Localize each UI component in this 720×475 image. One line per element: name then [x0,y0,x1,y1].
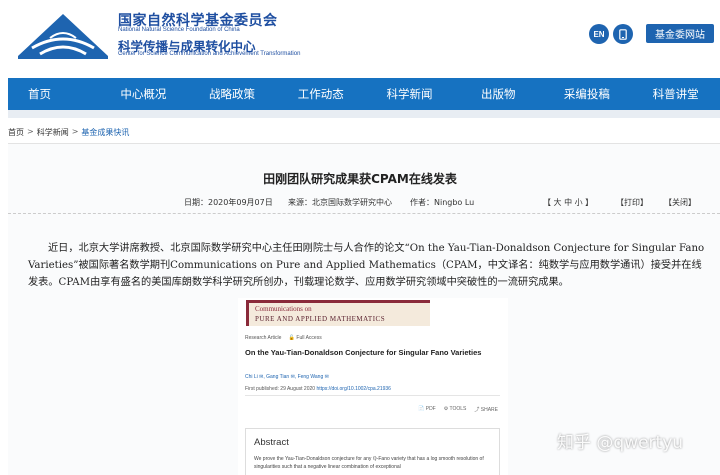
open-access-icon: 🔓 [288,335,296,341]
nav-item-news[interactable]: 工作动态 [276,78,365,110]
first-published-label: First published: [245,386,279,392]
article-title: 田刚团队研究成果获CPAM在线发表 [263,172,457,186]
nav-item-submission[interactable]: 采编投稿 [543,78,632,110]
article-type: Research Article 🔓 Full Access [245,335,322,341]
print-button[interactable]: 【打印】 [616,197,648,208]
abstract-box: Abstract We prove the Yau-Tian-Donaldson… [245,428,500,475]
breadcrumb: 首页 > 科学新闻 > 基金成果快讯 [8,127,129,138]
nav-item-home[interactable]: 首页 [8,78,99,110]
breadcrumb-separator: > [27,127,34,136]
abstract-text: We prove the Yau-Tian-Donaldson conjectu… [254,456,484,470]
breadcrumb-home[interactable]: 首页 [8,127,24,138]
nav-item-publications[interactable]: 出版物 [454,78,543,110]
first-published-date: 29 August 2020 [280,386,316,392]
journal-banner: Communications on PURE AND APPLIED MATHE… [246,302,430,326]
share-icon: ⤴ SHARE [474,407,498,413]
article-body: 近日，北京大学讲席教授、北京国际数学研究中心主任田刚院士与人合作的论文“On t… [28,243,705,288]
article-author: 作者：Ningbo Lu [410,198,475,207]
nav-item-strategy[interactable]: 战略政策 [188,78,277,110]
paper-title: On the Yau-Tian-Donaldson Conjecture for… [245,348,482,357]
org-name-en: National Natural Science Foundation of C… [118,27,240,33]
paper-screenshot: Communications on PURE AND APPLIED MATHE… [238,298,508,475]
paper-doi-link: https://doi.org/10.1002/cpa.21936 [316,386,391,392]
research-article-label: Research Article [245,335,282,341]
share-label: SHARE [480,407,498,413]
article-date: 日期：2020年09月07日 [184,198,273,207]
paper-authors: Chi Li ✉, Gang Tian ✉, Feng Wang ✉ [245,374,329,380]
article-source: 来源：北京国际数学研究中心 [288,198,392,207]
main-nav: 首页 中心概况 战略政策 工作动态 科学新闻 出版物 采编投稿 科普讲堂 [8,78,720,110]
journal-name-top: Communications on [255,305,312,313]
tools-icon: ⚙ TOOLS [443,406,467,412]
breadcrumb-science-news[interactable]: 科学新闻 [37,127,69,138]
font-size-control[interactable]: 【 大 中 小 】 [543,197,593,208]
english-language-button[interactable]: EN [589,24,609,44]
journal-name-bottom: PURE AND APPLIED MATHEMATICS [255,315,386,323]
pdf-label: PDF [425,406,436,412]
nsfc-site-button[interactable]: 基金委网站 [646,24,714,43]
pdf-icon: 📄 PDF [418,406,436,412]
close-button[interactable]: 【关闭】 [664,197,696,208]
nav-item-about[interactable]: 中心概况 [99,78,188,110]
full-access-label: Full Access [296,335,322,341]
meta-divider [8,213,720,214]
journal-accent-bar [246,300,430,303]
nsfc-logo-icon[interactable] [14,8,112,60]
abstract-heading: Abstract [254,437,289,448]
nav-shadow [8,110,720,118]
paper-divider [245,395,500,396]
breadcrumb-current[interactable]: 基金成果快讯 [81,127,129,138]
tools-label: TOOLS [449,406,467,412]
breadcrumb-separator: > [71,127,79,136]
paper-tools: 📄 PDF ⚙ TOOLS ⤴ SHARE [418,406,498,413]
zhihu-watermark: 知乎 @qwertyu [557,433,684,453]
center-name-en: Center for Science Communication and Ach… [118,51,301,57]
mobile-icon[interactable] [613,24,633,44]
nav-item-science-news[interactable]: 科学新闻 [365,78,454,110]
site-header: 国家自然科学基金委员会 National Natural Science Fou… [0,0,720,78]
nav-item-lectures[interactable]: 科普讲堂 [631,78,720,110]
paper-published: First published: 29 August 2020 https://… [245,386,391,392]
